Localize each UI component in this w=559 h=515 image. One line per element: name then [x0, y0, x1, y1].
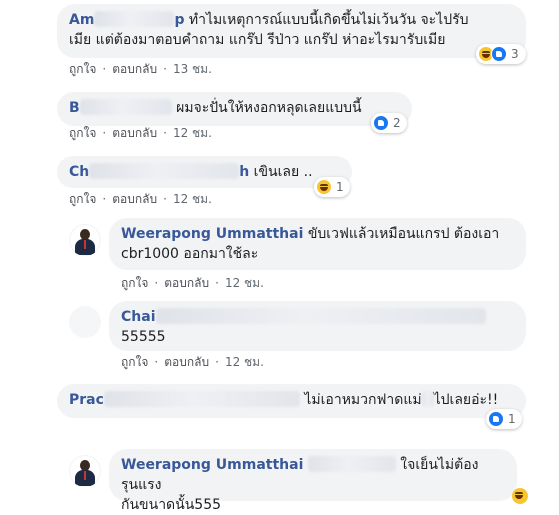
reaction-count: 3	[511, 47, 519, 61]
comment-actions: ถูกใจ · ตอบกลับ · 12 ชม.	[121, 355, 264, 369]
reply-link[interactable]: ตอบกลับ	[164, 355, 209, 369]
reaction-count: 1	[508, 412, 516, 426]
comment-actions: ถูกใจ · ตอบกลับ · 12 ชม.	[69, 126, 212, 140]
redacted-name	[155, 308, 486, 324]
avatar[interactable]	[69, 306, 101, 338]
comment-text-tail: ไปเลยอ่ะ!!	[433, 392, 499, 408]
redacted-name	[89, 163, 240, 179]
comment-text: 55555	[121, 329, 166, 345]
redacted-text	[307, 456, 396, 472]
reply-link[interactable]: ตอบกลับ	[112, 126, 157, 140]
comment-text: ผมจะปั่นให้หงอกหลุดเลยแบบนี้	[176, 100, 362, 116]
comment-author[interactable]: Chai	[121, 309, 156, 325]
comment-bubble: Ch h เขินเลย ..	[57, 156, 352, 188]
comment-bubble: Weerapong Ummatthai ใจเย็นไม่ต้องรุนแรง …	[109, 449, 517, 513]
comment-author-tail[interactable]: p	[174, 12, 184, 28]
reaction-count: 2	[393, 116, 401, 130]
reaction-summary[interactable]: 1	[314, 177, 350, 197]
comment-text-line2: กันขนาดนั้น555	[121, 497, 222, 513]
comment-author-tail[interactable]: h	[239, 164, 249, 180]
comment-bubble: Am p ทำไมเหตุการณ์แบบนี้เกิดขึ้นไม่เว้นวั…	[57, 4, 526, 58]
like-link[interactable]: ถูกใจ	[69, 192, 96, 206]
comment-author[interactable]: Am	[69, 12, 94, 28]
comment-author[interactable]: Ch	[69, 164, 89, 180]
comment-text: ขับเวฟแล้วเหมือนแกรป ต้องเอา	[307, 226, 500, 242]
comment-actions: ถูกใจ · ตอบกลับ · 12 ชม.	[121, 276, 264, 290]
comment-text: ทำไมเหตุการณ์แบบนี้เกิดขึ้นไม่เว้นวัน จะ…	[188, 12, 469, 28]
reply-link[interactable]: ตอบกลับ	[164, 276, 209, 290]
like-icon	[373, 115, 389, 131]
haha-icon	[316, 179, 332, 195]
comment-author[interactable]: Weerapong Ummatthai	[121, 457, 303, 473]
timestamp[interactable]: 12 ชม.	[173, 126, 212, 140]
comment-author[interactable]: B	[69, 100, 80, 116]
timestamp[interactable]: 13 ชม.	[173, 62, 212, 76]
avatar[interactable]	[69, 455, 101, 487]
reaction-summary[interactable]: 3	[476, 44, 526, 64]
redacted-text	[421, 391, 434, 407]
reply-link[interactable]: ตอบกลับ	[112, 192, 157, 206]
timestamp[interactable]: 12 ชม.	[225, 276, 264, 290]
comment-text: ไม่เอาหมวกฟาดแม่	[304, 392, 422, 408]
redacted-name	[79, 99, 172, 115]
reply-link[interactable]: ตอบกลับ	[112, 62, 157, 76]
like-link[interactable]: ถูกใจ	[121, 355, 148, 369]
comment-bubble: Chai 55555	[109, 301, 526, 351]
comment-text: เขินเลย ..	[253, 164, 313, 180]
redacted-name	[94, 11, 175, 27]
comment-actions: ถูกใจ · ตอบกลับ · 13 ชม.	[69, 62, 212, 76]
comment-bubble: Prac ไม่เอาหมวกฟาดแม่ ไปเลยอ่ะ!!	[57, 384, 526, 418]
like-link[interactable]: ถูกใจ	[121, 276, 148, 290]
like-link[interactable]: ถูกใจ	[69, 126, 96, 140]
redacted-name	[103, 391, 300, 407]
like-icon	[488, 411, 504, 427]
avatar[interactable]	[69, 224, 101, 256]
like-link[interactable]: ถูกใจ	[69, 62, 96, 76]
comment-text-line2: cbr1000 ออกมาใช้ละ	[121, 246, 259, 262]
comment-author[interactable]: Prac	[69, 392, 104, 408]
timestamp[interactable]: 12 ชม.	[225, 355, 264, 369]
reaction-summary[interactable]: 1	[486, 409, 522, 429]
comment-actions: ถูกใจ · ตอบกลับ · 12 ชม.	[69, 192, 212, 206]
like-icon	[491, 46, 507, 62]
haha-icon[interactable]	[512, 488, 528, 504]
reaction-summary[interactable]: 2	[371, 113, 407, 133]
comment-bubble: B ผมจะปั่นให้หงอกหลุดเลยแบบนี้	[57, 92, 412, 126]
comment-author[interactable]: Weerapong Ummatthai	[121, 226, 303, 242]
comment-text-line2: เมีย แต่ต้องมาตอบคำถาม แกร๊ป รีป่าว แกร๊…	[69, 32, 446, 48]
timestamp[interactable]: 12 ชม.	[173, 192, 212, 206]
comment-bubble: Weerapong Ummatthai ขับเวฟแล้วเหมือนแกรป…	[109, 218, 526, 270]
reaction-count: 1	[336, 180, 344, 194]
